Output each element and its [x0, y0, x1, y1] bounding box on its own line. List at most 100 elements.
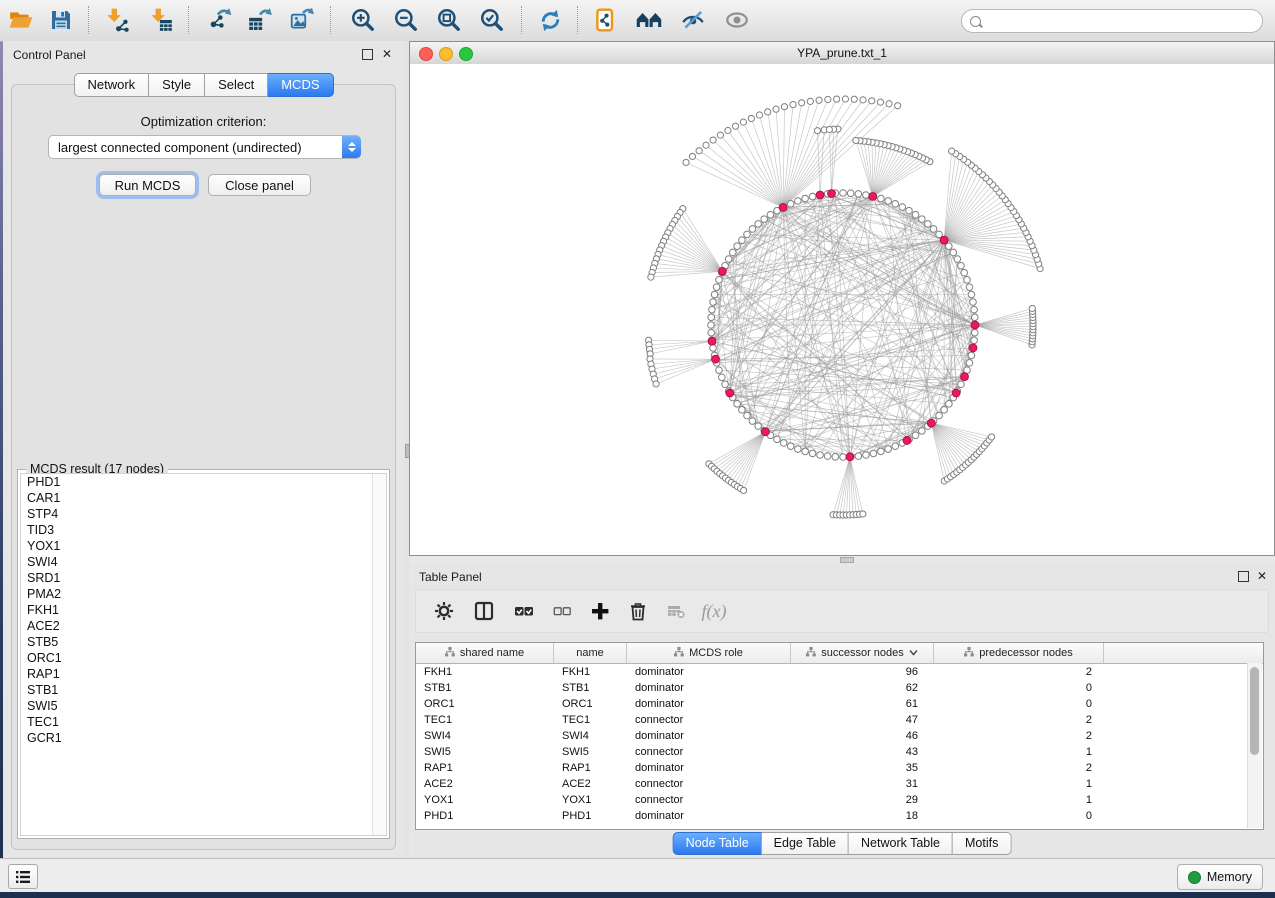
network-node[interactable]	[966, 360, 973, 367]
table-cell[interactable]: dominator	[627, 728, 791, 744]
table-cell[interactable]: SWI5	[416, 744, 554, 760]
table-cell[interactable]: 2	[934, 712, 1104, 728]
column-header-predecessor-nodes[interactable]: predecessor nodes	[934, 643, 1104, 663]
close-panel-icon[interactable]: ✕	[1257, 569, 1267, 583]
network-leaf-node[interactable]	[710, 137, 716, 143]
table-cell[interactable]: 47	[791, 712, 934, 728]
network-node[interactable]	[930, 226, 937, 233]
network-node[interactable]	[863, 192, 870, 199]
tab-motifs[interactable]: Motifs	[953, 832, 1011, 855]
network-node[interactable]	[925, 221, 932, 228]
list-item[interactable]: STB1	[21, 682, 386, 698]
network-leaf-node[interactable]	[765, 109, 771, 115]
network-node[interactable]	[847, 190, 854, 197]
network-node[interactable]	[906, 207, 913, 214]
network-node[interactable]	[936, 412, 943, 419]
network-leaf-node[interactable]	[740, 487, 746, 493]
float-panel-icon[interactable]	[362, 49, 373, 60]
search-input[interactable]	[986, 13, 1240, 29]
network-titlebar[interactable]: YPA_prune.txt_1	[410, 42, 1274, 65]
column-header-shared-name[interactable]: shared name	[416, 643, 554, 663]
export-network-button[interactable]	[203, 4, 237, 36]
network-node[interactable]	[912, 211, 919, 218]
criterion-select[interactable]: largest connected component (undirected)	[48, 135, 361, 159]
mcds-hub-node[interactable]	[846, 453, 854, 461]
mcds-hub-node[interactable]	[952, 389, 960, 397]
table-cell[interactable]: 62	[791, 680, 934, 696]
network-leaf-node[interactable]	[683, 159, 689, 165]
network-node[interactable]	[936, 231, 943, 238]
network-node[interactable]	[710, 345, 717, 352]
network-node[interactable]	[961, 269, 968, 276]
mcds-hub-node[interactable]	[969, 344, 977, 352]
network-leaf-node[interactable]	[860, 511, 866, 517]
network-node[interactable]	[713, 284, 720, 291]
network-node[interactable]	[912, 432, 919, 439]
table-cell[interactable]: dominator	[627, 808, 791, 824]
network-leaf-node[interactable]	[826, 126, 832, 132]
export-image-button[interactable]	[285, 4, 319, 36]
list-item[interactable]: STB5	[21, 634, 386, 650]
network-node[interactable]	[958, 381, 965, 388]
list-item[interactable]: SRD1	[21, 570, 386, 586]
list-item[interactable]: ORC1	[21, 650, 386, 666]
list-item[interactable]: CAR1	[21, 490, 386, 506]
network-leaf-node[interactable]	[732, 123, 738, 129]
network-node[interactable]	[832, 453, 839, 460]
network-node[interactable]	[899, 204, 906, 211]
network-node[interactable]	[725, 256, 732, 263]
network-leaf-node[interactable]	[949, 148, 955, 154]
table-cell[interactable]: ACE2	[416, 776, 554, 792]
table-cell[interactable]: STB1	[554, 680, 627, 696]
network-node[interactable]	[971, 314, 978, 321]
show-columns-button[interactable]	[468, 595, 500, 627]
network-node[interactable]	[870, 450, 877, 457]
network-leaf-node[interactable]	[740, 119, 746, 125]
table-cell[interactable]: YOX1	[416, 792, 554, 808]
new-network-from-selection-button[interactable]	[589, 4, 623, 36]
network-node[interactable]	[954, 256, 961, 263]
import-table-button[interactable]	[144, 4, 178, 36]
table-cell[interactable]: 96	[791, 664, 934, 680]
table-cell[interactable]: YOX1	[554, 792, 627, 808]
network-node[interactable]	[744, 412, 751, 419]
table-cell[interactable]: 29	[791, 792, 934, 808]
table-cell[interactable]: dominator	[627, 664, 791, 680]
network-leaf-node[interactable]	[842, 96, 848, 102]
network-leaf-node[interactable]	[703, 142, 709, 148]
tab-style[interactable]: Style	[149, 73, 205, 97]
table-cell[interactable]: 1	[934, 776, 1104, 792]
table-row[interactable]: SWI5SWI5connector431	[416, 744, 1263, 760]
network-leaf-node[interactable]	[816, 97, 822, 103]
network-leaf-node[interactable]	[877, 99, 883, 105]
network-node[interactable]	[878, 448, 885, 455]
network-leaf-node[interactable]	[851, 96, 857, 102]
table-cell[interactable]: 1	[934, 744, 1104, 760]
table-row[interactable]: PHD1PHD1dominator180	[416, 808, 1263, 824]
table-cell[interactable]: connector	[627, 792, 791, 808]
table-row[interactable]: RAP1RAP1dominator352	[416, 760, 1263, 776]
table-row[interactable]: STB1STB1dominator620	[416, 680, 1263, 696]
network-node[interactable]	[885, 198, 892, 205]
network-node[interactable]	[855, 453, 862, 460]
table-cell[interactable]: 61	[791, 696, 934, 712]
network-leaf-node[interactable]	[886, 101, 892, 107]
mcds-hub-node[interactable]	[927, 419, 935, 427]
table-cell[interactable]: connector	[627, 776, 791, 792]
network-node[interactable]	[734, 401, 741, 408]
network-leaf-node[interactable]	[860, 97, 866, 103]
network-canvas[interactable]	[410, 64, 1274, 555]
network-node[interactable]	[878, 195, 885, 202]
column-header-name[interactable]: name	[554, 643, 627, 663]
network-node[interactable]	[892, 200, 899, 207]
network-leaf-node[interactable]	[790, 101, 796, 107]
delete-table-button[interactable]	[660, 595, 692, 627]
table-cell[interactable]: 43	[791, 744, 934, 760]
network-node[interactable]	[941, 407, 948, 414]
network-leaf-node[interactable]	[814, 128, 820, 134]
network-node[interactable]	[767, 211, 774, 218]
list-item[interactable]: RAP1	[21, 666, 386, 682]
network-node[interactable]	[817, 452, 824, 459]
network-node[interactable]	[710, 299, 717, 306]
network-node[interactable]	[840, 190, 847, 197]
